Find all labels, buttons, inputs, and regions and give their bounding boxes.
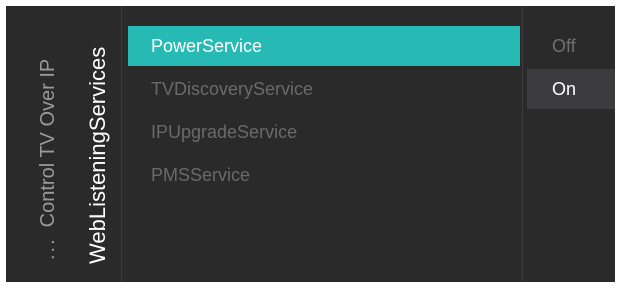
option-list: Off On — [527, 26, 615, 112]
list-item-label: PMSService — [151, 165, 251, 185]
list-item-tv-discovery-service[interactable]: TVDiscoveryService — [128, 69, 520, 109]
breadcrumb-current: WebListeningServices — [85, 47, 111, 264]
page-title: WebListeningServices — [85, 46, 110, 264]
option-off[interactable]: Off — [527, 26, 615, 66]
column-divider — [121, 6, 122, 282]
breadcrumb-parent-label: Control TV Over IP — [37, 58, 59, 228]
option-on[interactable]: On — [527, 69, 615, 109]
list-item-label: IPUpgradeService — [151, 122, 298, 142]
column-divider — [522, 6, 523, 282]
ellipsis-icon: ... — [37, 237, 59, 260]
list-item-label: PowerService — [151, 36, 263, 56]
option-label: On — [552, 79, 577, 99]
tv-settings-screen: ... Control TV Over IP WebListeningServic… — [6, 6, 615, 282]
list-item-power-service[interactable]: PowerService — [128, 26, 520, 66]
option-label: Off — [552, 36, 576, 56]
list-item-label: TVDiscoveryService — [151, 79, 314, 99]
breadcrumb-parent[interactable]: ... Control TV Over IP — [35, 59, 61, 260]
list-item-ip-upgrade-service[interactable]: IPUpgradeService — [128, 112, 520, 152]
services-list: PowerService TVDiscoveryService IPUpgrad… — [128, 26, 520, 198]
list-item-pms-service[interactable]: PMSService — [128, 155, 520, 195]
